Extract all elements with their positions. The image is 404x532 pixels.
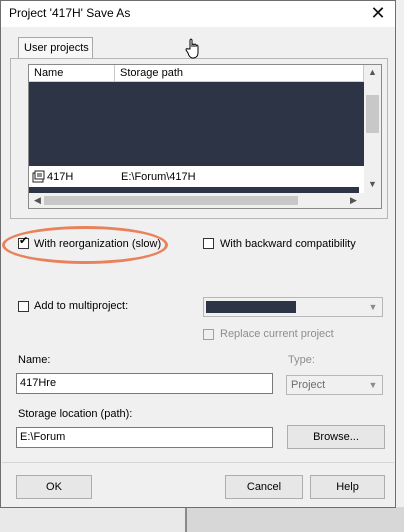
name-field[interactable]: 417Hre <box>16 373 273 394</box>
name-field-value: 417Hre <box>20 377 57 389</box>
chevron-down-icon[interactable]: ▼ <box>366 378 380 392</box>
project-list[interactable]: Name Storage path 417H E:\Forum\417H ▲ ▼… <box>28 64 382 209</box>
column-header-storage-path[interactable]: Storage path <box>115 65 364 82</box>
storage-location-label: Storage location (path): <box>18 408 133 420</box>
title-bar: Project '417H' Save As ✕ <box>1 1 395 27</box>
list-item[interactable]: 417H E:\Forum\417H <box>29 169 359 185</box>
close-icon[interactable]: ✕ <box>367 2 389 24</box>
project-name: 417H <box>47 171 74 183</box>
storage-location-field[interactable]: E:\Forum <box>16 427 273 448</box>
type-label: Type: <box>288 354 315 366</box>
hand-cursor-icon <box>185 38 199 59</box>
help-button[interactable]: Help <box>310 475 385 499</box>
background-panel <box>187 507 404 532</box>
storage-location-value: E:\Forum <box>20 431 66 443</box>
column-header-name[interactable]: Name <box>29 65 115 82</box>
ok-button[interactable]: OK <box>16 475 92 499</box>
tab-label: User projects <box>24 42 89 54</box>
type-select[interactable]: Project ▼ <box>286 375 383 395</box>
replace-project-checkbox[interactable] <box>203 329 214 340</box>
divider <box>2 462 394 463</box>
horizontal-scrollbar[interactable]: ◀ ▶ <box>29 193 364 208</box>
backward-compatibility-label: With backward compatibility <box>220 238 356 250</box>
column-header-label: Name <box>34 67 64 79</box>
horizontal-scroll-thumb[interactable] <box>44 196 298 205</box>
chevron-down-icon[interactable]: ▼ <box>366 300 380 314</box>
multiproject-label: Add to multiproject: <box>34 300 129 312</box>
backward-compatibility-checkbox[interactable] <box>203 238 214 249</box>
cancel-button[interactable]: Cancel <box>225 475 303 499</box>
redacted-value <box>206 301 296 313</box>
save-as-dialog: Project '417H' Save As ✕ User projects N… <box>0 0 396 508</box>
scroll-right-icon[interactable]: ▶ <box>345 195 362 206</box>
scroll-down-icon[interactable]: ▼ <box>364 179 381 189</box>
vertical-scrollbar[interactable]: ▲ ▼ <box>364 65 381 193</box>
vertical-scroll-thumb[interactable] <box>366 95 379 133</box>
replace-project-label: Replace current project <box>220 328 334 340</box>
project-icon <box>32 170 45 183</box>
scroll-up-icon[interactable]: ▲ <box>364 67 381 77</box>
highlight-ring <box>2 226 168 264</box>
type-value: Project <box>291 379 326 391</box>
name-label: Name: <box>18 354 51 366</box>
scrollbar-corner <box>364 193 381 208</box>
project-path: E:\Forum\417H <box>121 171 196 183</box>
column-header-label: Storage path <box>120 67 183 79</box>
redacted-rows <box>29 82 364 166</box>
tab-user-projects[interactable]: User projects <box>18 37 93 59</box>
multiproject-select[interactable]: ▼ <box>203 297 383 317</box>
browse-button[interactable]: Browse... <box>287 425 385 449</box>
dialog-title: Project '417H' Save As <box>9 6 131 20</box>
multiproject-checkbox[interactable] <box>18 301 29 312</box>
